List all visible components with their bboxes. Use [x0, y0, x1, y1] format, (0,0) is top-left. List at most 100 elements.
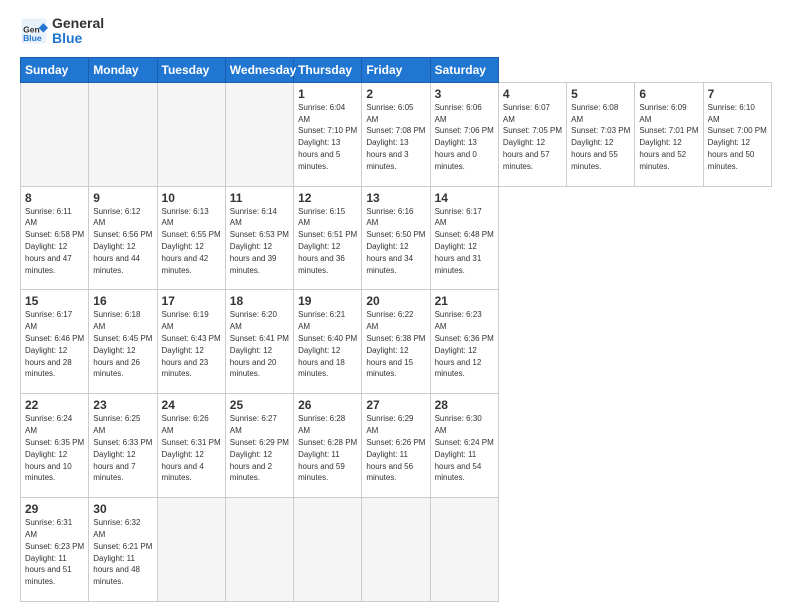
- calendar-cell: 12 Sunrise: 6:15 AMSunset: 6:51 PMDayligh…: [294, 186, 362, 290]
- calendar-cell: 18 Sunrise: 6:20 AMSunset: 6:41 PMDayligh…: [225, 290, 293, 394]
- day-detail: Sunrise: 6:22 AMSunset: 6:38 PMDaylight:…: [366, 310, 425, 378]
- weekday-header-friday: Friday: [362, 57, 430, 82]
- weekday-header-thursday: Thursday: [294, 57, 362, 82]
- day-detail: Sunrise: 6:29 AMSunset: 6:26 PMDaylight:…: [366, 414, 425, 482]
- calendar-cell: 1 Sunrise: 6:04 AMSunset: 7:10 PMDaylight…: [294, 82, 362, 186]
- day-number: 3: [435, 87, 494, 101]
- day-detail: Sunrise: 6:14 AMSunset: 6:53 PMDaylight:…: [230, 207, 289, 275]
- day-detail: Sunrise: 6:26 AMSunset: 6:31 PMDaylight:…: [162, 414, 221, 482]
- day-number: 21: [435, 294, 494, 308]
- day-number: 1: [298, 87, 357, 101]
- day-detail: Sunrise: 6:08 AMSunset: 7:03 PMDaylight:…: [571, 103, 630, 171]
- day-detail: Sunrise: 6:20 AMSunset: 6:41 PMDaylight:…: [230, 310, 289, 378]
- calendar-cell: 11 Sunrise: 6:14 AMSunset: 6:53 PMDayligh…: [225, 186, 293, 290]
- calendar-cell: 25 Sunrise: 6:27 AMSunset: 6:29 PMDayligh…: [225, 394, 293, 498]
- day-number: 7: [708, 87, 767, 101]
- calendar-cell: 8 Sunrise: 6:11 AMSunset: 6:58 PMDaylight…: [21, 186, 89, 290]
- calendar-cell: [430, 498, 498, 602]
- day-detail: Sunrise: 6:13 AMSunset: 6:55 PMDaylight:…: [162, 207, 221, 275]
- logo-text-general: General: [52, 16, 104, 31]
- calendar-cell: 21 Sunrise: 6:23 AMSunset: 6:36 PMDayligh…: [430, 290, 498, 394]
- calendar-cell: 7Sunrise: 6:10 AMSunset: 7:00 PMDaylight…: [703, 82, 771, 186]
- calendar: SundayMondayTuesdayWednesdayThursdayFrid…: [20, 57, 772, 602]
- day-number: 11: [230, 191, 289, 205]
- day-detail: Sunrise: 6:12 AMSunset: 6:56 PMDaylight:…: [93, 207, 152, 275]
- calendar-cell: [89, 82, 157, 186]
- weekday-header-tuesday: Tuesday: [157, 57, 225, 82]
- day-number: 6: [639, 87, 698, 101]
- day-number: 12: [298, 191, 357, 205]
- day-detail: Sunrise: 6:07 AMSunset: 7:05 PMDaylight:…: [503, 103, 562, 171]
- day-number: 27: [366, 398, 425, 412]
- day-detail: Sunrise: 6:09 AMSunset: 7:01 PMDaylight:…: [639, 103, 698, 171]
- day-number: 5: [571, 87, 630, 101]
- calendar-cell: [157, 82, 225, 186]
- calendar-cell: [21, 82, 89, 186]
- day-detail: Sunrise: 6:32 AMSunset: 6:21 PMDaylight:…: [93, 518, 152, 586]
- calendar-cell: 22 Sunrise: 6:24 AMSunset: 6:35 PMDayligh…: [21, 394, 89, 498]
- calendar-cell: 27 Sunrise: 6:29 AMSunset: 6:26 PMDayligh…: [362, 394, 430, 498]
- day-number: 8: [25, 191, 84, 205]
- weekday-header-saturday: Saturday: [430, 57, 498, 82]
- calendar-cell: 17 Sunrise: 6:19 AMSunset: 6:43 PMDayligh…: [157, 290, 225, 394]
- day-number: 18: [230, 294, 289, 308]
- calendar-cell: 24 Sunrise: 6:26 AMSunset: 6:31 PMDayligh…: [157, 394, 225, 498]
- day-number: 24: [162, 398, 221, 412]
- calendar-cell: 29 Sunrise: 6:31 AMSunset: 6:23 PMDayligh…: [21, 498, 89, 602]
- logo: Gen Blue General Blue: [20, 16, 104, 47]
- calendar-cell: 26Sunrise: 6:28 AMSunset: 6:28 PMDayligh…: [294, 394, 362, 498]
- calendar-cell: 15 Sunrise: 6:17 AMSunset: 6:46 PMDayligh…: [21, 290, 89, 394]
- day-number: 16: [93, 294, 152, 308]
- day-number: 17: [162, 294, 221, 308]
- day-detail: Sunrise: 6:23 AMSunset: 6:36 PMDaylight:…: [435, 310, 494, 378]
- calendar-cell: 30 Sunrise: 6:32 AMSunset: 6:21 PMDayligh…: [89, 498, 157, 602]
- day-number: 22: [25, 398, 84, 412]
- logo-icon: Gen Blue: [20, 17, 48, 45]
- day-detail: Sunrise: 6:17 AMSunset: 6:46 PMDaylight:…: [25, 310, 84, 378]
- day-detail: Sunrise: 6:04 AMSunset: 7:10 PMDaylight:…: [298, 103, 357, 171]
- day-detail: Sunrise: 6:19 AMSunset: 6:43 PMDaylight:…: [162, 310, 221, 378]
- weekday-header-monday: Monday: [89, 57, 157, 82]
- day-number: 23: [93, 398, 152, 412]
- day-number: 19: [298, 294, 357, 308]
- day-detail: Sunrise: 6:18 AMSunset: 6:45 PMDaylight:…: [93, 310, 152, 378]
- calendar-cell: 23Sunrise: 6:25 AMSunset: 6:33 PMDayligh…: [89, 394, 157, 498]
- calendar-cell: 13Sunrise: 6:16 AMSunset: 6:50 PMDayligh…: [362, 186, 430, 290]
- day-number: 28: [435, 398, 494, 412]
- weekday-header-wednesday: Wednesday: [225, 57, 293, 82]
- calendar-cell: 6 Sunrise: 6:09 AMSunset: 7:01 PMDaylight…: [635, 82, 703, 186]
- calendar-cell: 28Sunrise: 6:30 AMSunset: 6:24 PMDayligh…: [430, 394, 498, 498]
- day-detail: Sunrise: 6:31 AMSunset: 6:23 PMDaylight:…: [25, 518, 84, 586]
- day-number: 30: [93, 502, 152, 516]
- calendar-cell: [225, 498, 293, 602]
- day-detail: Sunrise: 6:27 AMSunset: 6:29 PMDaylight:…: [230, 414, 289, 482]
- calendar-cell: [362, 498, 430, 602]
- day-number: 9: [93, 191, 152, 205]
- calendar-cell: 4 Sunrise: 6:07 AMSunset: 7:05 PMDaylight…: [498, 82, 566, 186]
- day-detail: Sunrise: 6:17 AMSunset: 6:48 PMDaylight:…: [435, 207, 494, 275]
- day-number: 25: [230, 398, 289, 412]
- day-number: 2: [366, 87, 425, 101]
- day-number: 26: [298, 398, 357, 412]
- day-number: 29: [25, 502, 84, 516]
- day-number: 15: [25, 294, 84, 308]
- calendar-cell: 10 Sunrise: 6:13 AMSunset: 6:55 PMDayligh…: [157, 186, 225, 290]
- day-detail: Sunrise: 6:06 AMSunset: 7:06 PMDaylight:…: [435, 103, 494, 171]
- calendar-cell: 19 Sunrise: 6:21 AMSunset: 6:40 PMDayligh…: [294, 290, 362, 394]
- day-detail: Sunrise: 6:24 AMSunset: 6:35 PMDaylight:…: [25, 414, 84, 482]
- calendar-cell: 5 Sunrise: 6:08 AMSunset: 7:03 PMDaylight…: [567, 82, 635, 186]
- calendar-cell: [157, 498, 225, 602]
- calendar-cell: 16 Sunrise: 6:18 AMSunset: 6:45 PMDayligh…: [89, 290, 157, 394]
- day-detail: Sunrise: 6:21 AMSunset: 6:40 PMDaylight:…: [298, 310, 357, 378]
- calendar-cell: 14Sunrise: 6:17 AMSunset: 6:48 PMDayligh…: [430, 186, 498, 290]
- day-number: 10: [162, 191, 221, 205]
- day-detail: Sunrise: 6:05 AMSunset: 7:08 PMDaylight:…: [366, 103, 425, 171]
- weekday-header-sunday: Sunday: [21, 57, 89, 82]
- day-detail: Sunrise: 6:16 AMSunset: 6:50 PMDaylight:…: [366, 207, 425, 275]
- calendar-cell: [225, 82, 293, 186]
- day-detail: Sunrise: 6:11 AMSunset: 6:58 PMDaylight:…: [25, 207, 84, 275]
- calendar-cell: 3 Sunrise: 6:06 AMSunset: 7:06 PMDaylight…: [430, 82, 498, 186]
- day-number: 20: [366, 294, 425, 308]
- day-number: 4: [503, 87, 562, 101]
- day-detail: Sunrise: 6:15 AMSunset: 6:51 PMDaylight:…: [298, 207, 357, 275]
